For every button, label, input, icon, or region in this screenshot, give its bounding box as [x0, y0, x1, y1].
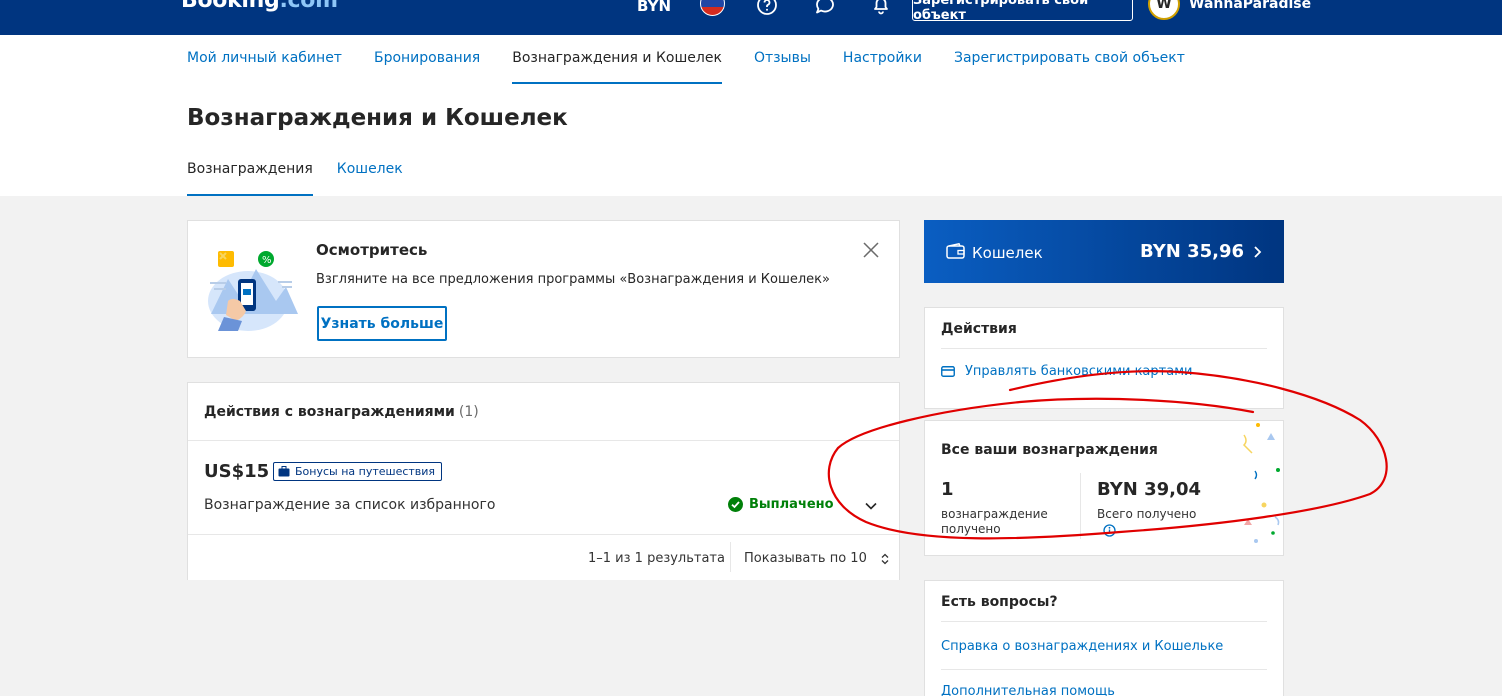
svg-text:%: % [262, 255, 272, 266]
promo-text: Взгляните на все предложения программы «… [316, 272, 830, 287]
wallet-label: Кошелек [972, 244, 1043, 262]
divider [1080, 473, 1081, 539]
wallet-card[interactable]: Кошелек BYN 35,96 [924, 220, 1284, 283]
tab-wallet[interactable]: Кошелек [337, 161, 403, 196]
booking-logo[interactable]: Booking.com [181, 0, 338, 13]
divider [188, 534, 899, 535]
pagination-range: 1–1 из 1 результата [588, 551, 725, 566]
chevron-down-icon[interactable] [864, 499, 878, 513]
top-header: Booking.com BYN Зарегистрировать свой об… [0, 0, 1502, 35]
manage-cards-link[interactable]: Управлять банковскими картами [941, 364, 1192, 379]
reward-amount: US$15 [204, 461, 270, 482]
all-rewards-card: Все ваши вознаграждения 1 вознаграждение… [924, 420, 1284, 556]
avatar[interactable]: W [1148, 0, 1180, 20]
check-circle-icon [728, 497, 743, 512]
status-badge: Выплачено [728, 497, 834, 512]
account-nav: Мой личный кабинет Бронирования Вознагра… [187, 50, 1217, 84]
per-page-label: Показывать по 10 [744, 551, 867, 566]
rewards-help-link[interactable]: Справка о вознаграждениях и Кошельке [941, 639, 1223, 654]
rewards-activity-title-text: Действия с вознаграждениями [204, 404, 455, 420]
nav-item-reviews[interactable]: Отзывы [754, 50, 811, 84]
sort-arrows-icon [881, 553, 889, 564]
nav-item-bookings[interactable]: Бронирования [374, 50, 480, 84]
rewards-total: BYN 39,04 [1097, 479, 1202, 500]
divider [941, 669, 1267, 670]
actions-title: Действия [941, 321, 1017, 337]
status-label: Выплачено [749, 497, 834, 512]
reward-description: Вознаграждение за список избранного [204, 497, 496, 513]
chevron-right-icon [1254, 246, 1262, 258]
divider [730, 542, 731, 572]
logo-suffix-text: .com [279, 0, 338, 13]
rewards-activity-count: (1) [458, 404, 479, 420]
rewards-total-label: Всего получено [1097, 507, 1197, 521]
rewards-count: 1 [941, 479, 954, 500]
all-rewards-title: Все ваши вознаграждения [941, 442, 1158, 458]
help-icon[interactable] [756, 0, 778, 16]
rewards-count-label: вознаграждение получено [941, 507, 1048, 536]
promo-title: Осмотритесь [316, 241, 428, 259]
bell-icon[interactable] [870, 0, 892, 16]
nav-item-dashboard[interactable]: Мой личный кабинет [187, 50, 342, 84]
nav-item-register-property[interactable]: Зарегистрировать свой объект [954, 50, 1185, 84]
close-icon[interactable] [862, 241, 880, 259]
register-property-button[interactable]: Зарегистрировать свой объект [912, 0, 1133, 23]
chat-icon[interactable] [814, 0, 836, 16]
divider [941, 348, 1267, 349]
manage-cards-label: Управлять банковскими картами [965, 364, 1193, 379]
promo-card: % Осмотритесь Взгляните на все предложен… [187, 220, 900, 358]
confetti-decoration-icon [1242, 423, 1280, 543]
promo-illustration-icon: % [208, 251, 298, 331]
actions-card: Действия Управлять банковскими картами [924, 307, 1284, 409]
travel-bonus-badge: Бонусы на путешествия [273, 462, 443, 481]
nav-item-rewards-wallet[interactable]: Вознаграждения и Кошелек [512, 50, 722, 84]
currency-selector[interactable]: BYN [637, 0, 671, 15]
username[interactable]: WannaParadise [1189, 0, 1311, 12]
rewards-activity-title: Действия с вознаграждениями (1) [204, 404, 479, 420]
language-flag-icon[interactable] [700, 0, 725, 16]
faq-title: Есть вопросы? [941, 594, 1058, 610]
per-page-select[interactable]: Показывать по 10 [744, 551, 890, 566]
wallet-icon [946, 243, 965, 259]
more-help-link[interactable]: Дополнительная помощь [941, 684, 1115, 696]
wallet-balance: BYN 35,96 [1140, 241, 1245, 262]
divider [188, 440, 899, 441]
page-title: Вознаграждения и Кошелек [187, 105, 568, 131]
tab-rewards[interactable]: Вознаграждения [187, 161, 313, 196]
learn-more-button[interactable]: Узнать больше [317, 306, 447, 341]
divider [941, 621, 1267, 622]
credit-card-icon [941, 366, 955, 377]
suitcase-icon [278, 466, 290, 477]
subtabs: Вознаграждения Кошелек [187, 161, 427, 196]
badge-label: Бонусы на путешествия [295, 465, 436, 478]
rewards-activity-card: Действия с вознаграждениями (1) US$15 Бон… [187, 382, 900, 580]
faq-card: Есть вопросы? Справка о вознаграждениях … [924, 580, 1284, 696]
logo-main-text: Booking [181, 0, 280, 13]
info-icon[interactable] [1103, 524, 1116, 537]
nav-item-settings[interactable]: Настройки [843, 50, 922, 84]
